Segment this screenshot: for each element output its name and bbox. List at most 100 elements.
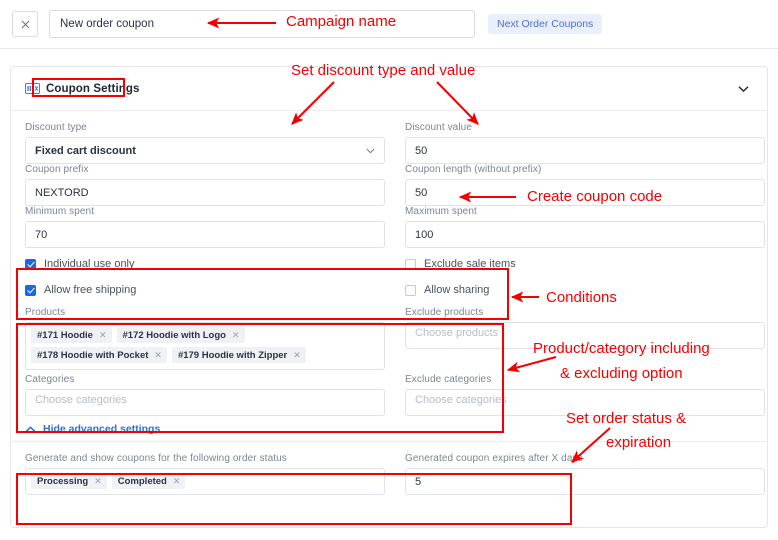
field-row-order-status: Generate and show coupons for the follow…: [25, 453, 765, 495]
order-status-tag[interactable]: Completed ✕: [111, 473, 186, 489]
field-expiry-days: Generated coupon expires after X days 5: [405, 453, 765, 495]
field-exclude-products: Exclude products Choose products: [405, 307, 765, 370]
discount-value-text: 50: [415, 144, 428, 157]
field-row-coupon-code: Coupon prefix NEXTORD Coupon length (wit…: [25, 164, 765, 206]
field-row-products: Products #171 Hoodie ✕ #172 Hoodie with …: [25, 307, 765, 370]
conditions-checkbox-group: Individual use only Allow free shipping …: [25, 251, 753, 303]
field-minimum-spent: Minimum spent 70: [25, 206, 385, 248]
product-tag[interactable]: #178 Hoodie with Pocket ✕: [31, 347, 167, 363]
field-discount-value: Discount value 50: [405, 122, 765, 164]
discount-type-select[interactable]: Fixed cart discount: [25, 137, 385, 164]
discount-value-input[interactable]: 50: [405, 137, 765, 164]
campaign-name-input[interactable]: New order coupon: [49, 10, 475, 38]
next-order-coupons-badge[interactable]: Next Order Coupons: [488, 14, 603, 34]
discount-type-value: Fixed cart discount: [35, 144, 136, 157]
exclude-products-tag-input[interactable]: Choose products: [405, 322, 765, 349]
field-coupon-length: Coupon length (without prefix) 50: [405, 164, 765, 206]
remove-tag-icon[interactable]: ✕: [232, 330, 240, 341]
conditions-right-column: Exclude sale items Allow sharing: [405, 251, 765, 303]
label-minimum-spent: Minimum spent: [25, 206, 95, 217]
field-order-status: Generate and show coupons for the follow…: [25, 453, 385, 495]
field-categories: Categories Choose categories: [25, 374, 385, 416]
field-row-spend-limits: Minimum spent 70 Maximum spent 100: [25, 206, 765, 248]
checkbox-exclude-sale-items[interactable]: Exclude sale items: [405, 251, 765, 277]
label-coupon-prefix: Coupon prefix: [25, 164, 89, 175]
label-products: Products: [25, 307, 66, 318]
product-tag[interactable]: #179 Hoodie with Zipper ✕: [171, 347, 306, 363]
checkbox-label: Allow sharing: [424, 284, 490, 296]
hide-advanced-settings-toggle[interactable]: Hide advanced settings: [25, 423, 753, 435]
coupon-prefix-text: NEXTORD: [35, 186, 89, 199]
card-body: Discount type Fixed cart discount Discou…: [11, 111, 767, 495]
chevron-down-icon: [366, 148, 375, 153]
products-tag-input[interactable]: #171 Hoodie ✕ #172 Hoodie with Logo ✕ #1…: [25, 322, 385, 370]
order-status-tag[interactable]: Processing ✕: [31, 473, 107, 489]
minimum-spent-input[interactable]: 70: [25, 221, 385, 248]
label-categories: Categories: [25, 374, 75, 385]
remove-tag-icon[interactable]: ✕: [94, 476, 102, 487]
coupon-icon: [25, 83, 40, 94]
checkbox-individual-use-only[interactable]: Individual use only: [25, 251, 385, 277]
label-discount-type: Discount type: [25, 122, 87, 133]
checkbox-label: Exclude sale items: [424, 258, 516, 270]
campaign-name-value: New order coupon: [60, 18, 154, 30]
hide-advanced-settings-label: Hide advanced settings: [43, 423, 161, 435]
product-tag-label: #178 Hoodie with Pocket: [37, 349, 149, 361]
expiry-days-input[interactable]: 5: [405, 468, 765, 495]
checkbox-icon: [25, 284, 36, 296]
checkbox-icon: [25, 258, 36, 270]
field-row-discount: Discount type Fixed cart discount Discou…: [25, 122, 765, 164]
product-tag[interactable]: #172 Hoodie with Logo ✕: [116, 327, 245, 343]
label-discount-value: Discount value: [405, 122, 472, 133]
conditions-left-column: Individual use only Allow free shipping: [25, 251, 385, 303]
close-icon: [21, 20, 29, 28]
chevron-up-icon: [25, 425, 36, 432]
expiry-days-text: 5: [415, 475, 422, 488]
card-title: Coupon Settings: [46, 82, 140, 95]
categories-tag-input[interactable]: Choose categories: [25, 389, 385, 416]
checkbox-allow-free-shipping[interactable]: Allow free shipping: [25, 277, 385, 303]
coupon-prefix-input[interactable]: NEXTORD: [25, 179, 385, 206]
close-button[interactable]: [12, 11, 38, 37]
field-coupon-prefix: Coupon prefix NEXTORD: [25, 164, 385, 206]
field-products: Products #171 Hoodie ✕ #172 Hoodie with …: [25, 307, 385, 370]
remove-tag-icon[interactable]: ✕: [99, 330, 107, 341]
coupon-length-input[interactable]: 50: [405, 179, 765, 206]
remove-tag-icon[interactable]: ✕: [173, 476, 181, 487]
checkbox-allow-sharing[interactable]: Allow sharing: [405, 277, 765, 303]
checkbox-icon: [405, 284, 416, 296]
product-tag[interactable]: #171 Hoodie ✕: [31, 327, 112, 343]
label-coupon-length: Coupon length (without prefix): [405, 164, 542, 175]
product-tag-label: #179 Hoodie with Zipper: [177, 349, 288, 361]
exclude-categories-tag-input[interactable]: Choose categories: [405, 389, 765, 416]
checkbox-label: Individual use only: [44, 258, 135, 270]
label-exclude-products: Exclude products: [405, 307, 484, 318]
product-tag-label: #171 Hoodie: [37, 329, 93, 341]
maximum-spent-input[interactable]: 100: [405, 221, 765, 248]
coupon-length-text: 50: [415, 186, 428, 199]
exclude-products-placeholder: Choose products: [415, 327, 499, 339]
label-maximum-spent: Maximum spent: [405, 206, 477, 217]
card-header[interactable]: Coupon Settings: [11, 67, 767, 111]
coupon-settings-card: Coupon Settings Discount type Fixed cart…: [10, 66, 768, 528]
top-bar: New order coupon Next Order Coupons: [0, 0, 778, 49]
checkbox-label: Allow free shipping: [44, 284, 137, 296]
order-status-tag-label: Completed: [117, 475, 167, 487]
field-exclude-categories: Exclude categories Choose categories: [405, 374, 765, 416]
exclude-categories-placeholder: Choose categories: [415, 394, 507, 406]
chevron-down-icon[interactable]: [738, 85, 749, 92]
label-exclude-categories: Exclude categories: [405, 374, 492, 385]
order-status-tag-input[interactable]: Processing ✕ Completed ✕: [25, 468, 385, 495]
label-expiry-days: Generated coupon expires after X days: [405, 453, 583, 464]
minimum-spent-text: 70: [35, 228, 48, 241]
maximum-spent-text: 100: [415, 228, 434, 241]
field-maximum-spent: Maximum spent 100: [405, 206, 765, 248]
remove-tag-icon[interactable]: ✕: [293, 350, 301, 361]
remove-tag-icon[interactable]: ✕: [154, 350, 162, 361]
categories-placeholder: Choose categories: [35, 394, 127, 406]
label-order-status: Generate and show coupons for the follow…: [25, 453, 287, 464]
field-discount-type: Discount type Fixed cart discount: [25, 122, 385, 164]
field-row-categories: Categories Choose categories Exclude cat…: [25, 374, 765, 416]
order-status-tag-label: Processing: [37, 475, 89, 487]
checkbox-icon: [405, 258, 416, 270]
